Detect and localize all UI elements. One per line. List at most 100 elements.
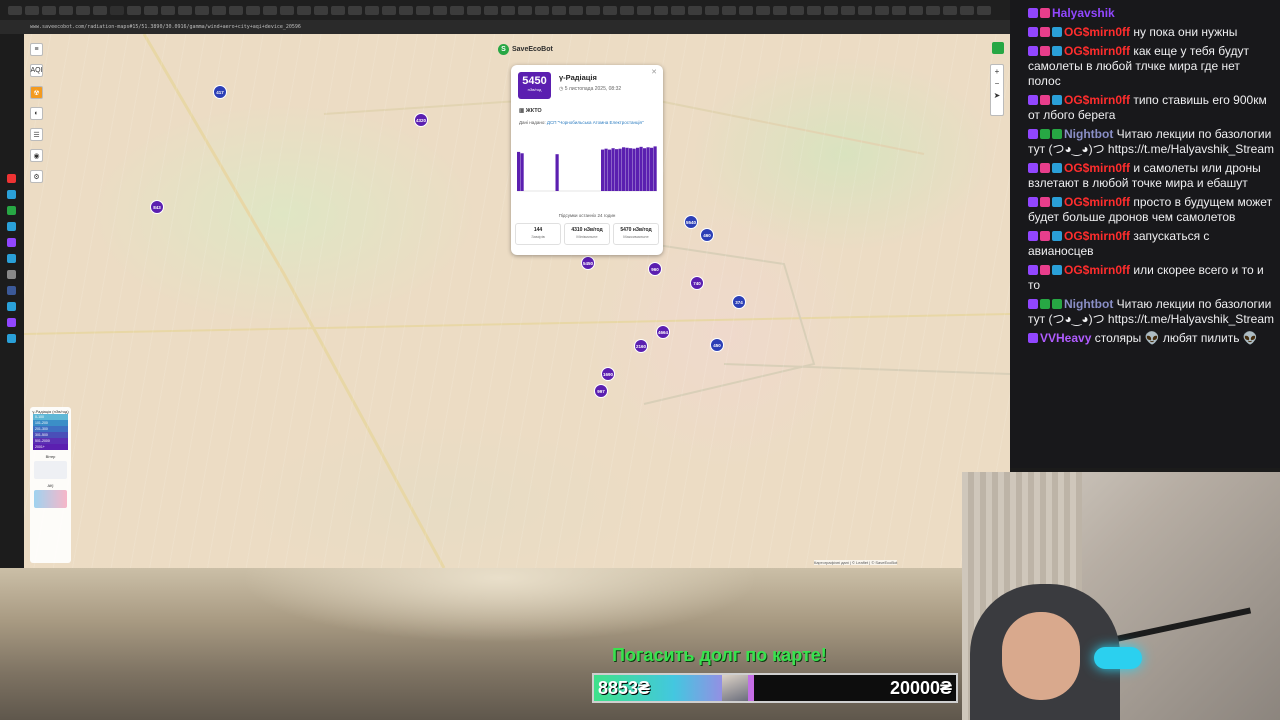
sensor-marker[interactable]: 450 [710,338,724,352]
sensor-marker[interactable]: 460 [700,228,714,242]
browser-tab[interactable] [178,5,192,15]
chat-badge-icon[interactable] [1040,231,1050,241]
sensor-marker[interactable]: 374 [732,295,746,309]
chat-badge-icon[interactable] [1040,265,1050,275]
browser-tab[interactable] [943,5,957,15]
sensor-marker[interactable]: 5450 [581,256,595,270]
locate-icon[interactable]: ➤ [991,89,1003,101]
chat-username[interactable]: OG$mirn0ff [1064,229,1133,243]
aqi-layer-button[interactable]: AQI [30,64,43,77]
browser-tab[interactable] [382,5,396,15]
add-button[interactable] [992,42,1004,54]
browser-tab[interactable] [773,5,787,15]
side-panel-icon[interactable] [7,238,16,247]
sensor-marker[interactable]: 960 [648,262,662,276]
radiation-layer-button[interactable]: ☢ [30,86,43,99]
chat-badge-icon[interactable] [1052,197,1062,207]
browser-tab[interactable] [535,5,549,15]
browser-tab[interactable] [722,5,736,15]
chat-badge-icon[interactable] [1028,231,1038,241]
sensor-marker[interactable]: 4320 [414,113,428,127]
close-icon[interactable]: ✕ [651,68,657,76]
chat-username[interactable]: Halyavshik [1052,6,1115,20]
browser-tab[interactable] [365,5,379,15]
chat-badge-icon[interactable] [1052,46,1062,56]
chat-badge-icon[interactable] [1040,95,1050,105]
browser-tab[interactable] [314,5,328,15]
chat-badge-icon[interactable] [1052,231,1062,241]
browser-tab[interactable] [433,5,447,15]
side-panel-icon[interactable] [7,190,16,199]
saveecobot-logo[interactable]: S SaveEcoBot [498,42,553,56]
chat-badge-icon[interactable] [1040,197,1050,207]
browser-tab[interactable] [620,5,634,15]
zoom-out-button[interactable]: − [991,77,1003,89]
browser-tab[interactable] [586,5,600,15]
sensor-marker[interactable]: 843 [150,200,164,214]
chat-badge-icon[interactable] [1052,299,1062,309]
chat-username[interactable]: OG$mirn0ff [1064,44,1133,58]
theme-button[interactable]: ◐ [30,107,43,120]
browser-tab[interactable] [467,5,481,15]
browser-tab[interactable] [841,5,855,15]
chat-username[interactable]: Nightbot [1064,297,1117,311]
browser-tab[interactable] [875,5,889,15]
side-panel-icon[interactable] [7,222,16,231]
browser-tab[interactable] [501,5,515,15]
chat-badge-icon[interactable] [1040,299,1050,309]
browser-tab[interactable] [144,5,158,15]
browser-tab[interactable] [569,5,583,15]
browser-tab[interactable] [858,5,872,15]
sensor-marker[interactable]: 1690 [601,367,615,381]
chat-badge-icon[interactable] [1052,265,1062,275]
chat-badge-icon[interactable] [1040,163,1050,173]
browser-tab[interactable] [110,5,124,15]
list-button[interactable]: ☰ [30,128,43,141]
browser-tab[interactable] [603,5,617,15]
browser-tab[interactable] [484,5,498,15]
side-panel-icon[interactable] [7,206,16,215]
chat-username[interactable]: OG$mirn0ff [1064,93,1133,107]
legend-wind-thumb[interactable] [34,461,67,479]
browser-tab[interactable] [654,5,668,15]
source-link[interactable]: ДСП "Чорнобильська Атомна Електростанція… [547,120,644,125]
browser-tab[interactable] [59,5,73,15]
browser-tab[interactable] [76,5,90,15]
chat-badge-icon[interactable] [1052,129,1062,139]
sensor-marker[interactable]: 4664 [656,325,670,339]
browser-tab[interactable] [42,5,56,15]
browser-tab[interactable] [399,5,413,15]
chat-badge-icon[interactable] [1052,163,1062,173]
chat-badge-icon[interactable] [1028,163,1038,173]
settings-button[interactable]: ⚙ [30,170,43,183]
browser-tab[interactable] [297,5,311,15]
chat-badge-icon[interactable] [1052,27,1062,37]
browser-tab[interactable] [671,5,685,15]
chat-badge-icon[interactable] [1028,197,1038,207]
sensor-marker[interactable]: 2160 [634,339,648,353]
chat-badge-icon[interactable] [1028,299,1038,309]
chat-badge-icon[interactable] [1040,46,1050,56]
browser-tab[interactable] [246,5,260,15]
chat-badge-icon[interactable] [1028,129,1038,139]
chat-username[interactable]: Nightbot [1064,127,1117,141]
zoom-in-button[interactable]: + [991,65,1003,77]
browser-tab[interactable] [756,5,770,15]
radiation-map[interactable]: S SaveEcoBot ≡ AQI ☢ ◐ ☰ ◉ ⚙ + − ➤ 417 4320 843 5… [24,34,1010,568]
chat-badge-icon[interactable] [1028,8,1038,18]
browser-tab[interactable] [892,5,906,15]
browser-tab[interactable] [688,5,702,15]
chat-username[interactable]: OG$mirn0ff [1064,195,1133,209]
browser-tab[interactable] [926,5,940,15]
url-text[interactable]: www.saveecobot.com/radiation-maps#15/51.… [30,24,301,30]
side-panel-icon[interactable] [7,254,16,263]
layers-button[interactable]: ◉ [30,149,43,162]
chat-badge-icon[interactable] [1040,129,1050,139]
browser-tab[interactable] [450,5,464,15]
side-panel-icon[interactable] [7,318,16,327]
browser-tab[interactable] [909,5,923,15]
browser-tab[interactable] [8,5,22,15]
legend-aqi-thumb[interactable] [34,490,67,508]
browser-tab[interactable] [229,5,243,15]
browser-tab[interactable] [212,5,226,15]
